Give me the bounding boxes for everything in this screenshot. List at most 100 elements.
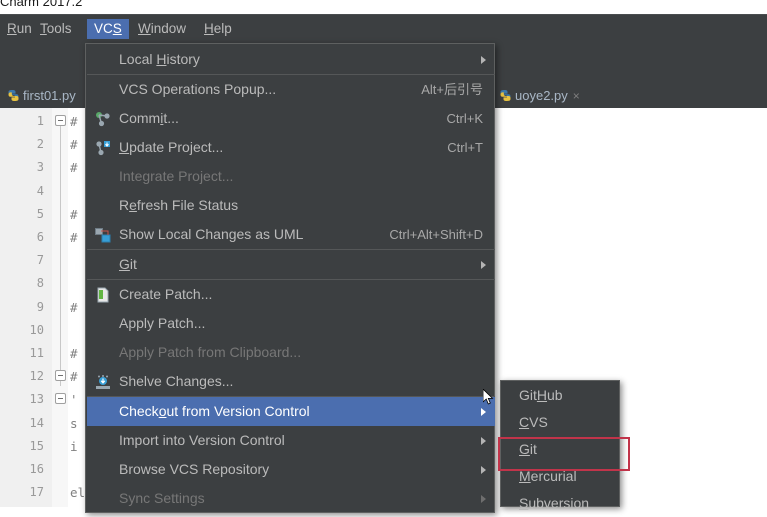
checkout-submenu-item-label: CVS xyxy=(519,414,548,430)
submenu-arrow-icon xyxy=(481,495,486,503)
vcs-menu-item-git[interactable]: Git xyxy=(87,250,495,279)
menubar-item-vcs[interactable]: VCS xyxy=(87,19,129,39)
vcs-menu-item-label: Show Local Changes as UML xyxy=(119,226,304,242)
checkout-submenu-item-label: Subversion xyxy=(519,495,590,511)
code-text: # xyxy=(70,299,78,315)
code-text: # xyxy=(70,230,78,245)
code-text: # xyxy=(70,137,78,153)
create-patch-icon xyxy=(95,287,111,303)
vcs-menu-item-label: Apply Patch... xyxy=(119,315,206,331)
line-number: 8 xyxy=(36,276,44,291)
submenu-arrow-icon xyxy=(481,408,486,416)
vcs-menu-item-label: Shelve Changes... xyxy=(119,373,234,389)
vcs-menu-item-integrate-project: Integrate Project... xyxy=(87,162,495,191)
vcs-menu-item-label: Update Project... xyxy=(119,139,224,155)
submenu-arrow-icon xyxy=(481,437,486,445)
close-tab-icon[interactable]: × xyxy=(573,89,580,103)
checkout-submenu-item-label: Git xyxy=(519,441,537,457)
code-text: # xyxy=(70,369,78,385)
checkout-submenu-item-github[interactable]: GitHub xyxy=(502,382,620,409)
checkout-submenu-item-label: GitHub xyxy=(519,387,563,403)
vcs-menu-item-commit[interactable]: Commit... Ctrl+K xyxy=(87,104,495,133)
vcs-dropdown-menu: Local History VCS Operations Popup... Alt+… xyxy=(85,43,495,513)
vcs-menu-item-browse-vcs-repository[interactable]: Browse VCS Repository xyxy=(87,455,495,484)
editor-tab-1[interactable]: uoye2.py × xyxy=(492,84,586,108)
vcs-menu-item-refresh-file-status[interactable]: Refresh File Status xyxy=(87,191,495,220)
vcs-menu-item-update-project[interactable]: Update Project... Ctrl+T xyxy=(87,133,495,162)
line-number: 17 xyxy=(29,485,44,500)
vcs-menu-item-label: VCS Operations Popup... xyxy=(119,81,277,97)
code-fold-region-line xyxy=(60,126,61,386)
vcs-menu-item-label: Local History xyxy=(119,51,200,67)
vcs-menu-item-apply-patch-from-clipboard: Apply Patch from Clipboard... xyxy=(87,338,495,367)
code-fold-toggle[interactable] xyxy=(55,115,66,126)
line-number: 2 xyxy=(36,137,44,152)
vcs-menu-item-shortcut: Ctrl+K xyxy=(446,111,483,126)
line-number: 3 xyxy=(36,160,44,175)
menubar-item-window[interactable]: Window xyxy=(131,19,193,39)
code-fold-toggle[interactable] xyxy=(55,393,66,405)
line-number: 7 xyxy=(36,253,44,268)
vcs-menu-item-label: Create Patch... xyxy=(119,286,213,302)
vcs-menu-item-label: Checkout from Version Control xyxy=(119,403,310,419)
vcs-menu-item-import-into-version-control[interactable]: Import into Version Control xyxy=(87,426,495,455)
checkout-submenu-item-mercurial[interactable]: Mercurial xyxy=(502,463,620,490)
line-number: 14 xyxy=(29,415,44,430)
line-number: 1 xyxy=(36,114,44,128)
shelve-icon xyxy=(95,374,111,390)
line-number: 13 xyxy=(29,392,44,407)
line-number: 9 xyxy=(36,299,44,314)
menubar-item-tools[interactable]: Tools xyxy=(33,19,79,39)
checkout-from-version-control-submenu: GitHub CVS Git Mercurial Subversion xyxy=(500,380,620,511)
menu-bar: Run Tools VCS Window Help xyxy=(0,14,767,43)
pycharm-window: Charm 2017.2 Run Tools VCS Window Help first… xyxy=(0,0,767,513)
vcs-menu-item-show-local-changes-as-uml[interactable]: Show Local Changes as UML Ctrl+Alt+Shift+… xyxy=(87,220,495,249)
vcs-menu-item-sync-settings: Sync Settings xyxy=(87,484,495,513)
checkout-submenu-item-subversion[interactable]: Subversion xyxy=(502,490,620,517)
update-project-icon xyxy=(95,140,111,156)
submenu-arrow-icon xyxy=(481,261,486,269)
code-text: ' xyxy=(70,392,78,408)
line-number: 10 xyxy=(29,322,44,337)
code-text: i xyxy=(70,438,78,454)
code-fold-toggle[interactable] xyxy=(55,370,66,382)
line-number: 11 xyxy=(29,346,44,360)
vcs-menu-item-label: Sync Settings xyxy=(119,490,205,506)
commit-icon xyxy=(95,111,111,127)
vcs-menu-item-label: Apply Patch from Clipboard... xyxy=(119,344,302,360)
vcs-menu-item-checkout-from-version-control[interactable]: Checkout from Version Control xyxy=(87,397,495,426)
code-text: # xyxy=(70,346,78,361)
line-number: 15 xyxy=(29,438,44,453)
vcs-menu-item-apply-patch[interactable]: Apply Patch... xyxy=(87,309,495,338)
vcs-menu-item-local-history[interactable]: Local History xyxy=(87,45,495,74)
vcs-menu-item-label: Refresh File Status xyxy=(119,197,239,213)
window-title: Charm 2017.2 xyxy=(0,0,83,9)
vcs-menu-item-vcs-operations-popup[interactable]: VCS Operations Popup... Alt+后引号 xyxy=(87,75,495,104)
vcs-menu-item-label: Integrate Project... xyxy=(119,168,234,184)
vcs-menu-item-label: Commit... xyxy=(119,110,179,126)
code-text: # xyxy=(70,114,78,129)
editor-tab-label: first01.py xyxy=(23,88,76,103)
code-folding-column[interactable] xyxy=(52,108,68,507)
python-file-icon xyxy=(498,86,511,101)
mouse-cursor-icon xyxy=(483,389,494,405)
menubar-item-help[interactable]: Help xyxy=(197,19,239,39)
code-text: # xyxy=(70,160,78,176)
line-number: 5 xyxy=(36,206,44,221)
code-text: # xyxy=(70,206,78,222)
python-file-icon xyxy=(6,86,19,101)
vcs-menu-item-shelve-changes[interactable]: Shelve Changes... xyxy=(87,367,495,396)
line-number: 4 xyxy=(36,183,44,198)
submenu-arrow-icon xyxy=(481,466,486,474)
checkout-submenu-item-label: Mercurial xyxy=(519,468,577,484)
line-number-gutter: 1 2 3 4 5 6 7 8 9 10 11 12 13 14 15 16 17 xyxy=(0,108,53,507)
checkout-submenu-item-cvs[interactable]: CVS xyxy=(502,409,620,436)
editor-tab-label: uoye2.py xyxy=(515,88,568,103)
line-number: 6 xyxy=(36,230,44,244)
code-text: s xyxy=(70,415,78,431)
checkout-submenu-item-git[interactable]: Git xyxy=(502,436,620,463)
vcs-menu-item-label: Git xyxy=(119,256,137,272)
line-number: 16 xyxy=(29,462,44,476)
vcs-menu-item-create-patch[interactable]: Create Patch... xyxy=(87,280,495,309)
editor-tab-0[interactable]: first01.py xyxy=(0,84,82,108)
